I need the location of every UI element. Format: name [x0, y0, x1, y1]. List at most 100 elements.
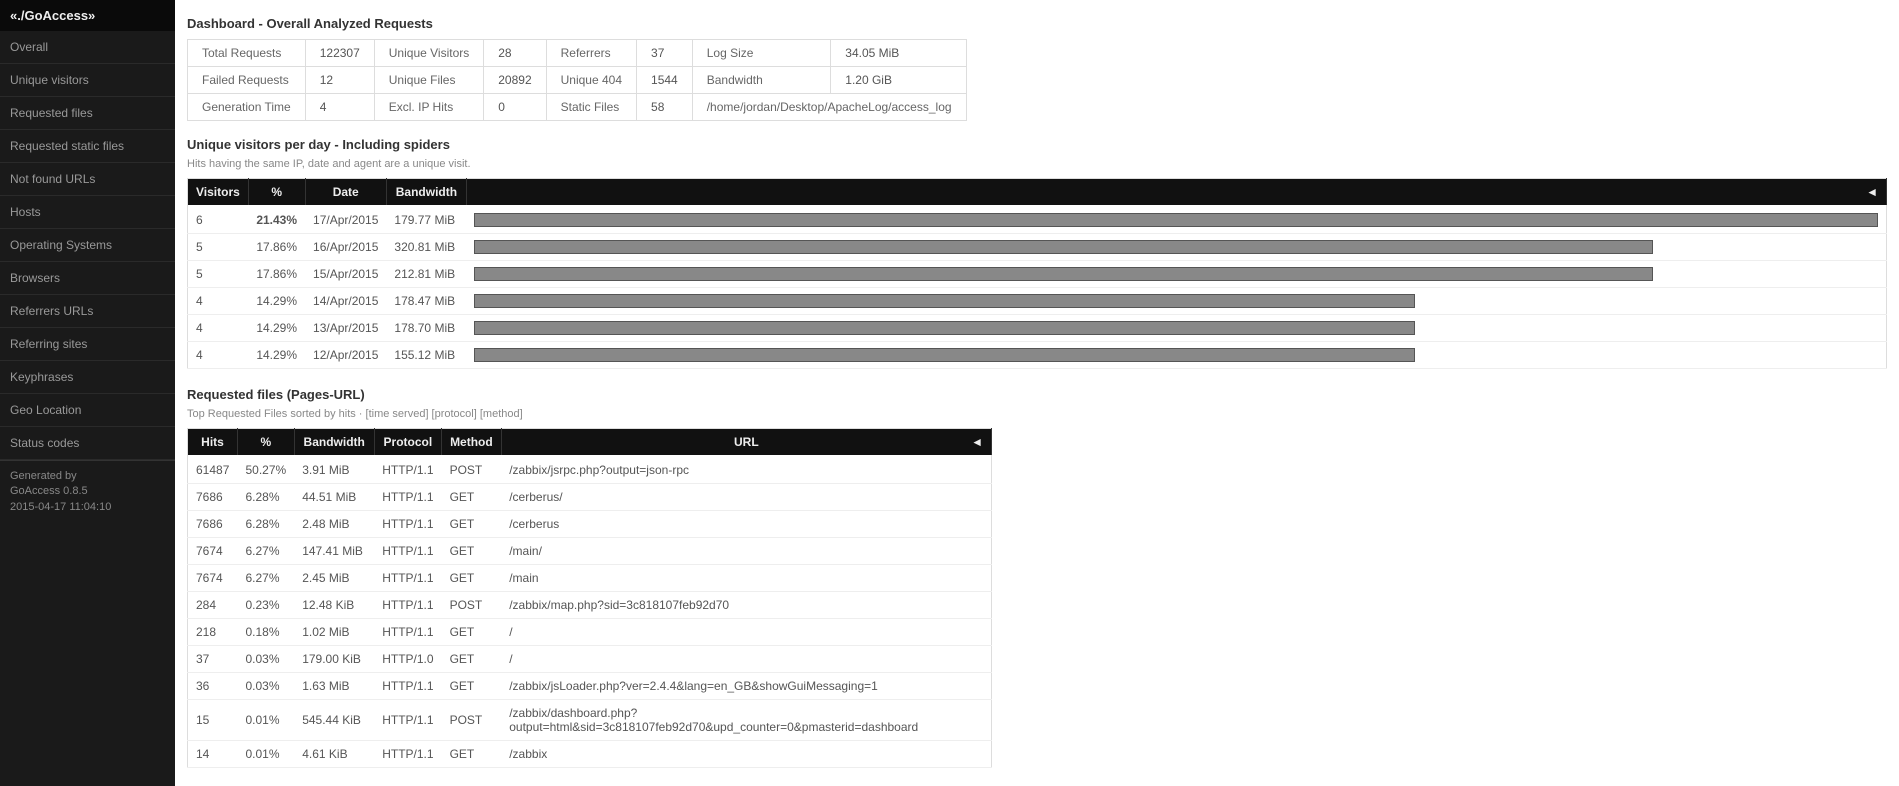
- sidebar-item-overall[interactable]: Overall: [0, 31, 175, 64]
- sidebar-item-geo-location[interactable]: Geo Location: [0, 394, 175, 427]
- sidebar-item-keyphrases[interactable]: Keyphrases: [0, 361, 175, 394]
- sidebar-item-referring-sites[interactable]: Referring sites: [0, 328, 175, 361]
- files-header[interactable]: Protocol: [374, 429, 441, 456]
- cell: 545.44 KiB: [294, 700, 374, 741]
- table-row[interactable]: 2180.18%1.02 MiBHTTP/1.1GET/: [188, 619, 992, 646]
- table-row[interactable]: 370.03%179.00 KiBHTTP/1.0GET/: [188, 646, 992, 673]
- overview-cell: 34.05 MiB: [831, 40, 966, 67]
- cell: HTTP/1.1: [374, 511, 441, 538]
- cell: 15/Apr/2015: [305, 261, 386, 288]
- cell: 15: [188, 700, 238, 741]
- cell: 61487: [188, 455, 238, 484]
- cell: GET: [442, 646, 502, 673]
- cell: 14.29%: [248, 342, 305, 369]
- cell: 50.27%: [238, 455, 295, 484]
- sidebar-item-operating-systems[interactable]: Operating Systems: [0, 229, 175, 262]
- cell: HTTP/1.1: [374, 592, 441, 619]
- files-header[interactable]: URL◄: [501, 429, 991, 456]
- visitors-subtitle: Hits having the same IP, date and agent …: [187, 158, 1887, 170]
- sidebar-item-browsers[interactable]: Browsers: [0, 262, 175, 295]
- table-row[interactable]: 6148750.27%3.91 MiBHTTP/1.1POST/zabbix/j…: [188, 455, 992, 484]
- overview-cell: Excl. IP Hits: [374, 94, 483, 121]
- cell: 6.28%: [238, 511, 295, 538]
- files-table: Hits%BandwidthProtocolMethodURL◄6148750.…: [187, 428, 992, 768]
- table-row[interactable]: 76746.27%2.45 MiBHTTP/1.1GET/main: [188, 565, 992, 592]
- files-header[interactable]: Method: [442, 429, 502, 456]
- table-row[interactable]: 414.29%14/Apr/2015178.47 MiB: [188, 288, 1887, 315]
- sidebar-item-hosts[interactable]: Hosts: [0, 196, 175, 229]
- overview-cell: 12: [305, 67, 374, 94]
- visitors-header[interactable]: Visitors: [188, 179, 249, 206]
- cell: 155.12 MiB: [386, 342, 466, 369]
- cell: /main/: [501, 538, 991, 565]
- overview-cell: Generation Time: [188, 94, 306, 121]
- cell: 0.03%: [238, 646, 295, 673]
- files-title: Requested files (Pages-URL): [187, 387, 1887, 402]
- visitors-header[interactable]: %: [248, 179, 305, 206]
- cell: 178.70 MiB: [386, 315, 466, 342]
- table-row[interactable]: 76866.28%44.51 MiBHTTP/1.1GET/cerberus/: [188, 484, 992, 511]
- cell: 1.02 MiB: [294, 619, 374, 646]
- cell: GET: [442, 565, 502, 592]
- sidebar-item-unique-visitors[interactable]: Unique visitors: [0, 64, 175, 97]
- table-row[interactable]: 414.29%12/Apr/2015155.12 MiB: [188, 342, 1887, 369]
- table-row[interactable]: 517.86%15/Apr/2015212.81 MiB: [188, 261, 1887, 288]
- cell: POST: [442, 700, 502, 741]
- cell: 14.29%: [248, 315, 305, 342]
- cell: 320.81 MiB: [386, 234, 466, 261]
- cell: 7686: [188, 511, 238, 538]
- cell: 7686: [188, 484, 238, 511]
- overview-cell: Log Size: [692, 40, 831, 67]
- visitors-header[interactable]: Date: [305, 179, 386, 206]
- cell: 0.03%: [238, 673, 295, 700]
- bar-cell: [466, 288, 1886, 315]
- overview-cell: Bandwidth: [692, 67, 831, 94]
- cell: /: [501, 646, 991, 673]
- sidebar-item-referrers-urls[interactable]: Referrers URLs: [0, 295, 175, 328]
- sidebar-item-not-found-urls[interactable]: Not found URLs: [0, 163, 175, 196]
- cell: /zabbix/jsrpc.php?output=json-rpc: [501, 455, 991, 484]
- cell: 12.48 KiB: [294, 592, 374, 619]
- files-header[interactable]: Hits: [188, 429, 238, 456]
- cell: HTTP/1.1: [374, 565, 441, 592]
- cell: 5: [188, 261, 249, 288]
- sidebar-item-requested-static-files[interactable]: Requested static files: [0, 130, 175, 163]
- table-row[interactable]: 76746.27%147.41 MiBHTTP/1.1GET/main/: [188, 538, 992, 565]
- collapse-icon[interactable]: ◄: [466, 179, 1886, 206]
- bar-cell: [466, 342, 1886, 369]
- bar-cell: [466, 234, 1886, 261]
- overview-cell: 28: [484, 40, 546, 67]
- sidebar-item-requested-files[interactable]: Requested files: [0, 97, 175, 130]
- collapse-icon[interactable]: ◄: [971, 435, 983, 449]
- overview-cell: Unique Files: [374, 67, 483, 94]
- visitors-header[interactable]: Bandwidth: [386, 179, 466, 206]
- files-header[interactable]: %: [238, 429, 295, 456]
- cell: 212.81 MiB: [386, 261, 466, 288]
- table-row[interactable]: 76866.28%2.48 MiBHTTP/1.1GET/cerberus: [188, 511, 992, 538]
- cell: 21.43%: [248, 205, 305, 234]
- sidebar-item-status-codes[interactable]: Status codes: [0, 427, 175, 460]
- overview-cell: Unique 404: [546, 67, 636, 94]
- cell: 7674: [188, 538, 238, 565]
- cell: HTTP/1.1: [374, 619, 441, 646]
- cell: HTTP/1.1: [374, 700, 441, 741]
- sidebar: «./GoAccess» OverallUnique visitorsReque…: [0, 0, 175, 786]
- files-header[interactable]: Bandwidth: [294, 429, 374, 456]
- cell: 17.86%: [248, 234, 305, 261]
- table-row[interactable]: 621.43%17/Apr/2015179.77 MiB: [188, 205, 1887, 234]
- table-row[interactable]: 517.86%16/Apr/2015320.81 MiB: [188, 234, 1887, 261]
- cell: 6: [188, 205, 249, 234]
- table-row[interactable]: 150.01%545.44 KiBHTTP/1.1POST/zabbix/das…: [188, 700, 992, 741]
- overview-cell: Failed Requests: [188, 67, 306, 94]
- overview-cell: Total Requests: [188, 40, 306, 67]
- generated-by: Generated by: [10, 469, 165, 484]
- table-row[interactable]: 414.29%13/Apr/2015178.70 MiB: [188, 315, 1887, 342]
- bar: [474, 348, 1414, 362]
- cell: 6.27%: [238, 565, 295, 592]
- brand: «./GoAccess»: [0, 0, 175, 31]
- main-content: Dashboard - Overall Analyzed Requests To…: [175, 0, 1899, 778]
- cell: HTTP/1.0: [374, 646, 441, 673]
- table-row[interactable]: 360.03%1.63 MiBHTTP/1.1GET/zabbix/jsLoad…: [188, 673, 992, 700]
- table-row[interactable]: 2840.23%12.48 KiBHTTP/1.1POST/zabbix/map…: [188, 592, 992, 619]
- table-row[interactable]: 140.01%4.61 KiBHTTP/1.1GET/zabbix: [188, 741, 992, 768]
